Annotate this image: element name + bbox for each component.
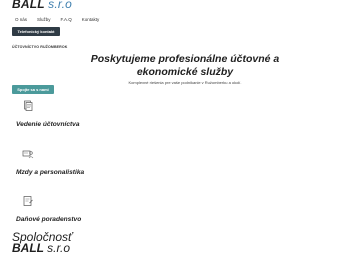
nav-item-faq[interactable]: F.A.Q [61,17,72,22]
phone-contact-button[interactable]: Telefonický kontakt [12,27,60,36]
tax-icon [22,194,34,206]
main-nav: O nás Služby F.A.Q Kontakty [15,17,99,22]
tagline-label: ÚČTOVNÍCTVO RUŽOMBEROK [12,45,68,49]
payroll-icon [22,147,34,159]
document-icon [22,99,34,111]
logo-main-text: BALL [12,0,45,11]
contact-us-button[interactable]: Spojte sa s nami [12,85,54,94]
footer-logo-main: BALL [12,241,44,255]
site-logo[interactable]: BALL s.r.o [12,0,72,11]
logo-suffix-text: s.r.o [48,0,73,11]
hero-title: Poskytujeme profesionálne účtovné a ekon… [90,53,280,78]
service-label: Mzdy a personalistika [16,169,85,176]
hero-subtitle: Komplexné riešenia pre vaše podnikanie v… [128,80,242,85]
footer-logo-suffix: s.r.o [47,241,71,255]
nav-item-o-nas[interactable]: O nás [15,17,27,22]
nav-item-kontakty[interactable]: Kontakty [82,17,100,22]
service-label: Vedenie účtovníctva [16,121,80,128]
nav-item-sluzby[interactable]: Služby [37,17,51,22]
service-label: Daňové poradenstvo [16,216,82,223]
footer-logo: Spoločnosť BALL s.r.o [12,231,72,255]
